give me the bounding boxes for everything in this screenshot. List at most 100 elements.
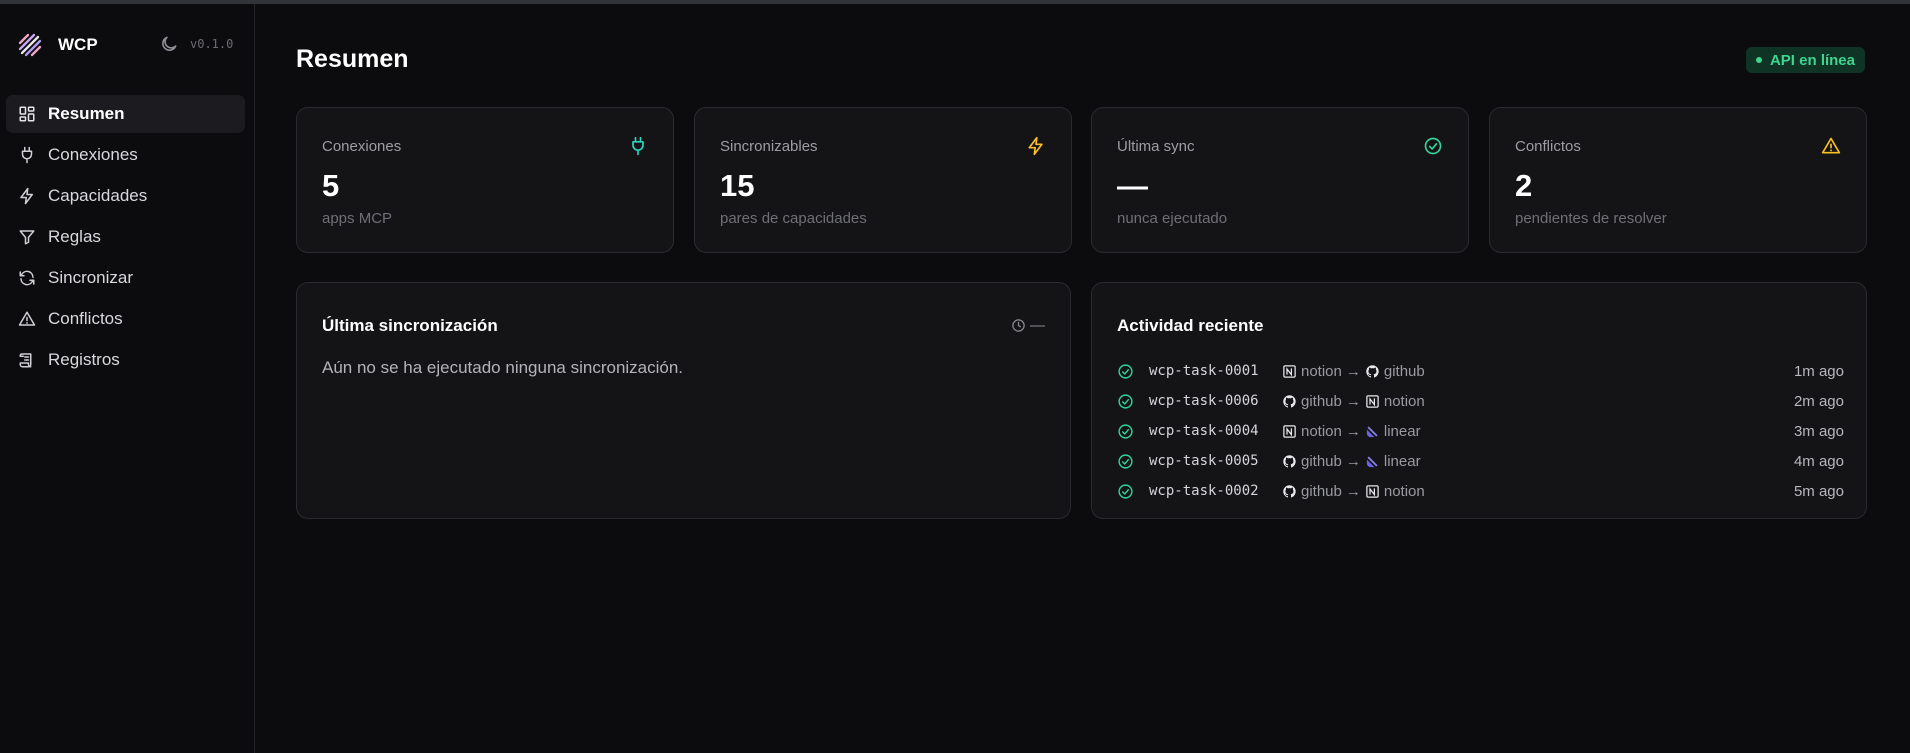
sync-flow: github → linear — [1282, 453, 1421, 470]
notion-icon — [1283, 364, 1296, 378]
stat-card-conexiones[interactable]: Conexiones 5 apps MCP — [296, 107, 674, 253]
check-circle-icon — [1118, 363, 1133, 379]
sidebar-nav: Resumen Conexiones Capacidades Reglas Si… — [6, 95, 245, 382]
refresh-icon — [19, 270, 35, 286]
sidebar-item-label: Reglas — [48, 227, 101, 246]
target-app: github — [1383, 362, 1425, 380]
lightning-icon — [20, 187, 33, 205]
warning-icon — [18, 311, 36, 326]
sync-flow: notion → linear — [1282, 423, 1421, 440]
source-app: notion — [1301, 362, 1342, 380]
activity-row[interactable]: wcp-task-0006 github → notion 2m ago — [1117, 386, 1844, 416]
arrow: → — [1345, 422, 1361, 440]
notion-icon — [1283, 424, 1296, 438]
check-circle-icon — [1118, 393, 1133, 409]
activity-row[interactable]: wcp-task-0005 github → linear 4m ago — [1117, 446, 1844, 476]
page-title: Resumen — [296, 45, 409, 73]
activity-time: 3m ago — [1793, 422, 1844, 440]
last-sync-meta-value: — — [1030, 317, 1045, 334]
target-app: notion — [1383, 482, 1425, 500]
stat-sub: pares de capacidades — [720, 210, 867, 227]
sidebar-item-resumen[interactable]: Resumen — [6, 95, 245, 133]
activity-row[interactable]: wcp-task-0002 github → notion 5m ago — [1117, 476, 1844, 506]
task-id: wcp-task-0005 — [1149, 453, 1259, 469]
linear-icon — [1366, 456, 1378, 467]
activity-time: 4m ago — [1793, 452, 1844, 470]
clock-icon — [1012, 319, 1025, 332]
sidebar-item-conexiones[interactable]: Conexiones — [6, 136, 245, 174]
check-circle-icon — [1118, 423, 1133, 439]
sidebar-item-reglas[interactable]: Reglas — [6, 218, 245, 256]
dashboard-icon — [19, 106, 35, 122]
source-app: github — [1301, 392, 1342, 410]
activity-row[interactable]: wcp-task-0001 notion → github 1m ago — [1117, 356, 1844, 386]
stat-value: 15 — [720, 168, 755, 203]
stat-card-conflictos[interactable]: Conflictos 2 pendientes de resolver — [1489, 107, 1867, 253]
moon-icon[interactable] — [159, 34, 179, 54]
task-id: wcp-task-0002 — [1149, 483, 1259, 499]
target-app: linear — [1383, 452, 1421, 470]
github-icon — [1366, 364, 1379, 377]
target-app: notion — [1383, 392, 1425, 410]
activity-time: 5m ago — [1793, 482, 1844, 500]
sidebar-item-label: Conexiones — [48, 145, 138, 164]
github-icon — [1283, 454, 1296, 467]
check-circle-icon — [1424, 137, 1442, 155]
source-app: github — [1301, 452, 1342, 470]
panel-title: Actividad reciente — [1117, 316, 1264, 335]
source-app: github — [1301, 482, 1342, 500]
scroll-icon — [19, 353, 32, 368]
plug-icon — [632, 136, 644, 156]
stat-label: Conexiones — [322, 138, 402, 155]
sidebar-item-label: Sincronizar — [48, 268, 134, 287]
sidebar-item-registros[interactable]: Registros — [6, 341, 245, 379]
sidebar-item-sincronizar[interactable]: Sincronizar — [6, 259, 245, 297]
sync-flow: github → notion — [1282, 393, 1425, 410]
stat-value: 5 — [322, 168, 340, 203]
version-label: v0.1.0 — [190, 37, 234, 51]
sidebar-item-capacidades[interactable]: Capacidades — [6, 177, 245, 215]
arrow: → — [1345, 392, 1361, 410]
source-app: notion — [1301, 422, 1342, 440]
activity-panel: Actividad reciente wcp-task-0001 notion → g… — [1091, 282, 1867, 519]
activity-row[interactable]: wcp-task-0004 notion → linear 3m ago — [1117, 416, 1844, 446]
panel-title: Última sincronización — [322, 316, 498, 335]
activity-time: 2m ago — [1793, 392, 1844, 410]
sidebar-item-label: Conflictos — [48, 309, 123, 328]
plug-icon — [21, 146, 33, 164]
wcp-logo-icon — [18, 33, 42, 57]
filter-icon — [19, 230, 35, 245]
arrow: → — [1345, 362, 1361, 380]
stat-label: Última sync — [1117, 138, 1195, 155]
task-id: wcp-task-0004 — [1149, 423, 1259, 439]
warning-icon — [1821, 137, 1841, 154]
brand[interactable]: WCP — [16, 30, 98, 60]
stat-sub: nunca ejecutado — [1117, 210, 1228, 227]
lightning-icon — [1028, 136, 1043, 156]
app-name: WCP — [58, 35, 98, 54]
stat-card-sincronizables[interactable]: Sincronizables 15 pares de capacidades — [694, 107, 1072, 253]
stat-label: Sincronizables — [720, 138, 818, 155]
sync-flow: github → notion — [1282, 483, 1425, 500]
sync-flow: notion → github — [1282, 363, 1425, 380]
sidebar-item-label: Resumen — [48, 104, 125, 123]
sidebar-item-conflictos[interactable]: Conflictos — [6, 300, 245, 338]
sidebar: WCP v0.1.0 Resumen Conexiones Capacidade… — [0, 4, 255, 753]
check-circle-icon — [1118, 453, 1133, 469]
empty-message: Aún no se ha ejecutado ninguna sincroniz… — [322, 358, 684, 377]
linear-icon — [1366, 426, 1378, 437]
stat-sub: apps MCP — [322, 210, 393, 227]
stat-label: Conflictos — [1515, 138, 1581, 155]
stat-card-ultima-sync[interactable]: Última sync — nunca ejecutado — [1091, 107, 1469, 253]
github-icon — [1283, 484, 1296, 497]
stat-sub: pendientes de resolver — [1515, 210, 1667, 227]
task-id: wcp-task-0006 — [1149, 393, 1259, 409]
stat-value: 2 — [1515, 168, 1533, 203]
stat-value: — — [1117, 168, 1148, 203]
target-app: linear — [1383, 422, 1421, 440]
sidebar-item-label: Capacidades — [48, 186, 148, 205]
main-content: Resumen API en línea Conexiones 5 apps M… — [256, 4, 1910, 753]
arrow: → — [1345, 482, 1361, 500]
sidebar-item-label: Registros — [48, 350, 120, 369]
activity-list: wcp-task-0001 notion → github 1m ago wcp-task… — [1117, 356, 1844, 506]
